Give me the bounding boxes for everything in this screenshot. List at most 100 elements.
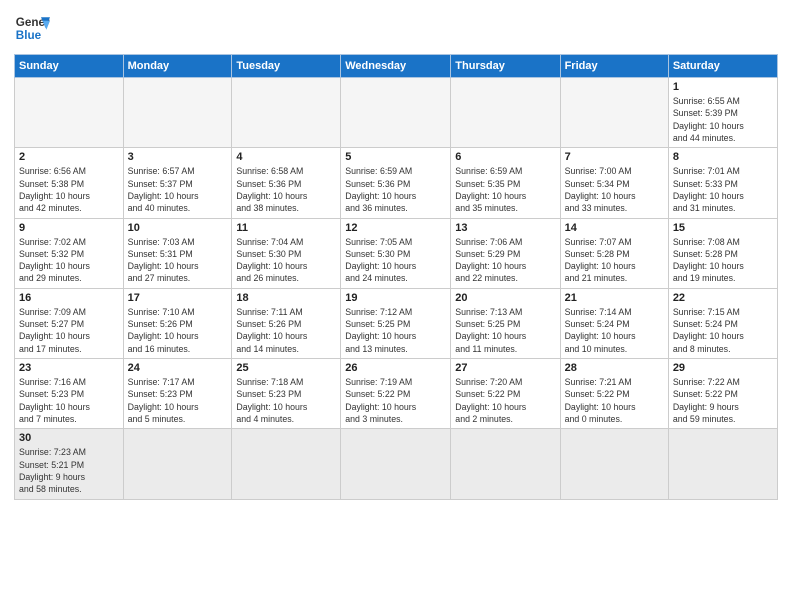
week-row-5: 23 Sunrise: 7:16 AM Sunset: 5:23 PM Dayli… — [15, 359, 778, 429]
page: General Blue SundayMondayTuesdayWednesda… — [0, 0, 792, 612]
calendar-cell — [123, 78, 232, 148]
day-number: 8 — [673, 151, 773, 163]
day-number: 23 — [19, 362, 119, 374]
day-info: Sunrise: 7:16 AM Sunset: 5:23 PM Dayligh… — [19, 376, 119, 425]
day-number: 12 — [345, 222, 446, 234]
day-info: Sunrise: 7:09 AM Sunset: 5:27 PM Dayligh… — [19, 306, 119, 355]
weekday-saturday: Saturday — [668, 55, 777, 78]
day-info: Sunrise: 7:00 AM Sunset: 5:34 PM Dayligh… — [565, 165, 664, 214]
day-info: Sunrise: 7:15 AM Sunset: 5:24 PM Dayligh… — [673, 306, 773, 355]
calendar-cell — [341, 429, 451, 499]
calendar-cell: 21 Sunrise: 7:14 AM Sunset: 5:24 PM Dayli… — [560, 288, 668, 358]
day-info: Sunrise: 7:17 AM Sunset: 5:23 PM Dayligh… — [128, 376, 228, 425]
calendar-cell: 8 Sunrise: 7:01 AM Sunset: 5:33 PM Daylig… — [668, 148, 777, 218]
weekday-sunday: Sunday — [15, 55, 124, 78]
day-info: Sunrise: 7:21 AM Sunset: 5:22 PM Dayligh… — [565, 376, 664, 425]
day-info: Sunrise: 7:18 AM Sunset: 5:23 PM Dayligh… — [236, 376, 336, 425]
calendar-cell: 5 Sunrise: 6:59 AM Sunset: 5:36 PM Daylig… — [341, 148, 451, 218]
day-info: Sunrise: 7:11 AM Sunset: 5:26 PM Dayligh… — [236, 306, 336, 355]
day-info: Sunrise: 7:07 AM Sunset: 5:28 PM Dayligh… — [565, 236, 664, 285]
calendar-cell: 29 Sunrise: 7:22 AM Sunset: 5:22 PM Dayli… — [668, 359, 777, 429]
day-number: 24 — [128, 362, 228, 374]
calendar-cell: 3 Sunrise: 6:57 AM Sunset: 5:37 PM Daylig… — [123, 148, 232, 218]
day-number: 25 — [236, 362, 336, 374]
calendar-cell: 11 Sunrise: 7:04 AM Sunset: 5:30 PM Dayli… — [232, 218, 341, 288]
day-number: 17 — [128, 292, 228, 304]
calendar-cell: 23 Sunrise: 7:16 AM Sunset: 5:23 PM Dayli… — [15, 359, 124, 429]
day-number: 26 — [345, 362, 446, 374]
calendar-cell — [451, 78, 560, 148]
day-info: Sunrise: 6:56 AM Sunset: 5:38 PM Dayligh… — [19, 165, 119, 214]
calendar-cell: 1Sunrise: 6:55 AM Sunset: 5:39 PM Daylig… — [668, 78, 777, 148]
day-info: Sunrise: 7:01 AM Sunset: 5:33 PM Dayligh… — [673, 165, 773, 214]
day-number: 6 — [455, 151, 555, 163]
calendar: SundayMondayTuesdayWednesdayThursdayFrid… — [14, 54, 778, 500]
day-number: 10 — [128, 222, 228, 234]
calendar-cell — [15, 78, 124, 148]
calendar-cell: 13Sunrise: 7:06 AM Sunset: 5:29 PM Dayli… — [451, 218, 560, 288]
day-number: 13 — [455, 222, 555, 234]
day-number: 29 — [673, 362, 773, 374]
calendar-cell: 2 Sunrise: 6:56 AM Sunset: 5:38 PM Daylig… — [15, 148, 124, 218]
calendar-cell — [560, 429, 668, 499]
calendar-cell: 10 Sunrise: 7:03 AM Sunset: 5:31 PM Dayli… — [123, 218, 232, 288]
day-number: 22 — [673, 292, 773, 304]
weekday-friday: Friday — [560, 55, 668, 78]
day-number: 1 — [673, 81, 773, 93]
day-number: 4 — [236, 151, 336, 163]
day-info: Sunrise: 7:14 AM Sunset: 5:24 PM Dayligh… — [565, 306, 664, 355]
day-info: Sunrise: 7:22 AM Sunset: 5:22 PM Dayligh… — [673, 376, 773, 425]
calendar-cell: 18Sunrise: 7:11 AM Sunset: 5:26 PM Dayli… — [232, 288, 341, 358]
day-number: 9 — [19, 222, 119, 234]
day-number: 11 — [236, 222, 336, 234]
day-info: Sunrise: 7:04 AM Sunset: 5:30 PM Dayligh… — [236, 236, 336, 285]
day-info: Sunrise: 7:23 AM Sunset: 5:21 PM Dayligh… — [19, 446, 119, 495]
day-number: 15 — [673, 222, 773, 234]
logo: General Blue — [14, 10, 50, 46]
weekday-header-row: SundayMondayTuesdayWednesdayThursdayFrid… — [15, 55, 778, 78]
day-number: 19 — [345, 292, 446, 304]
calendar-cell: 16Sunrise: 7:09 AM Sunset: 5:27 PM Dayli… — [15, 288, 124, 358]
calendar-cell — [123, 429, 232, 499]
calendar-cell: 6 Sunrise: 6:59 AM Sunset: 5:35 PM Daylig… — [451, 148, 560, 218]
week-row-1: 1Sunrise: 6:55 AM Sunset: 5:39 PM Daylig… — [15, 78, 778, 148]
calendar-cell: 4 Sunrise: 6:58 AM Sunset: 5:36 PM Daylig… — [232, 148, 341, 218]
day-info: Sunrise: 7:05 AM Sunset: 5:30 PM Dayligh… — [345, 236, 446, 285]
weekday-monday: Monday — [123, 55, 232, 78]
day-info: Sunrise: 7:19 AM Sunset: 5:22 PM Dayligh… — [345, 376, 446, 425]
weekday-tuesday: Tuesday — [232, 55, 341, 78]
day-info: Sunrise: 7:10 AM Sunset: 5:26 PM Dayligh… — [128, 306, 228, 355]
day-number: 3 — [128, 151, 228, 163]
day-number: 30 — [19, 432, 119, 444]
day-info: Sunrise: 6:59 AM Sunset: 5:35 PM Dayligh… — [455, 165, 555, 214]
calendar-cell: 12 Sunrise: 7:05 AM Sunset: 5:30 PM Dayli… — [341, 218, 451, 288]
day-number: 14 — [565, 222, 664, 234]
calendar-cell — [560, 78, 668, 148]
day-number: 7 — [565, 151, 664, 163]
calendar-cell: 25 Sunrise: 7:18 AM Sunset: 5:23 PM Dayli… — [232, 359, 341, 429]
calendar-cell: 17 Sunrise: 7:10 AM Sunset: 5:26 PM Dayli… — [123, 288, 232, 358]
header: General Blue — [14, 10, 778, 46]
svg-text:Blue: Blue — [16, 29, 42, 42]
logo-icon: General Blue — [14, 10, 50, 46]
day-number: 21 — [565, 292, 664, 304]
calendar-cell: 9Sunrise: 7:02 AM Sunset: 5:32 PM Daylig… — [15, 218, 124, 288]
calendar-cell: 15 Sunrise: 7:08 AM Sunset: 5:28 PM Dayli… — [668, 218, 777, 288]
day-number: 5 — [345, 151, 446, 163]
calendar-cell: 28 Sunrise: 7:21 AM Sunset: 5:22 PM Dayli… — [560, 359, 668, 429]
day-number: 2 — [19, 151, 119, 163]
calendar-cell — [232, 429, 341, 499]
calendar-cell — [341, 78, 451, 148]
day-info: Sunrise: 7:08 AM Sunset: 5:28 PM Dayligh… — [673, 236, 773, 285]
weekday-thursday: Thursday — [451, 55, 560, 78]
calendar-cell — [451, 429, 560, 499]
calendar-cell: 30 Sunrise: 7:23 AM Sunset: 5:21 PM Dayli… — [15, 429, 124, 499]
calendar-cell: 20Sunrise: 7:13 AM Sunset: 5:25 PM Dayli… — [451, 288, 560, 358]
day-number: 28 — [565, 362, 664, 374]
day-info: Sunrise: 6:59 AM Sunset: 5:36 PM Dayligh… — [345, 165, 446, 214]
day-number: 20 — [455, 292, 555, 304]
day-info: Sunrise: 6:58 AM Sunset: 5:36 PM Dayligh… — [236, 165, 336, 214]
week-row-4: 16Sunrise: 7:09 AM Sunset: 5:27 PM Dayli… — [15, 288, 778, 358]
day-info: Sunrise: 6:57 AM Sunset: 5:37 PM Dayligh… — [128, 165, 228, 214]
day-info: Sunrise: 7:03 AM Sunset: 5:31 PM Dayligh… — [128, 236, 228, 285]
